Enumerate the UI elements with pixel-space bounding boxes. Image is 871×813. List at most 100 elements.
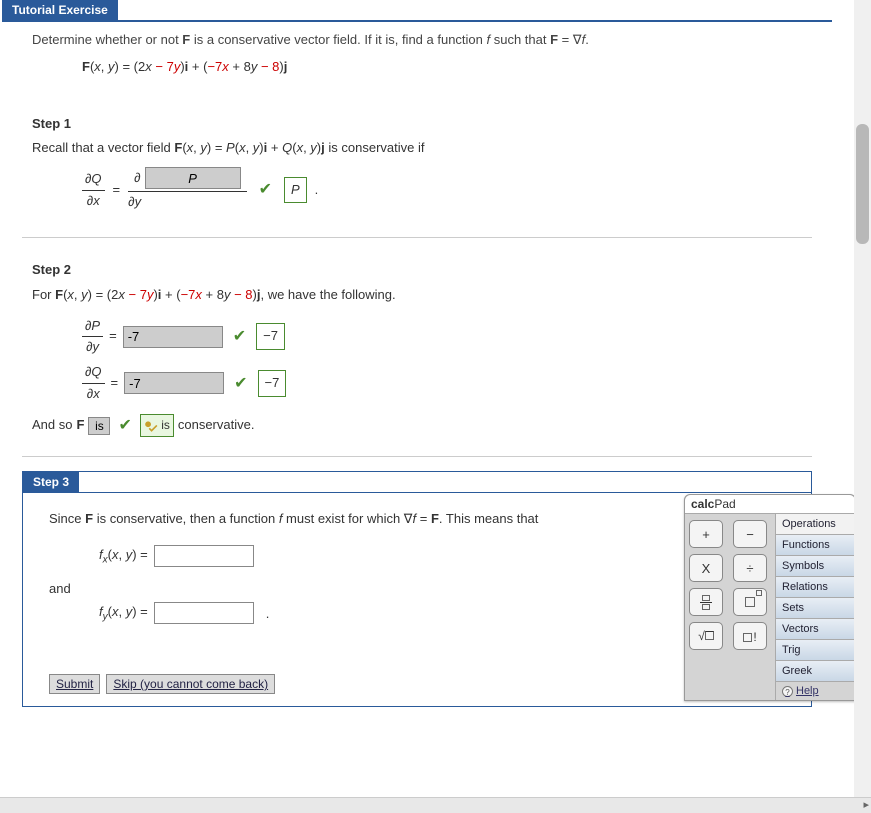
scrollbar-thumb[interactable] [856,124,869,244]
scroll-right-arrow-icon[interactable]: ▸ [863,798,869,811]
fy-input[interactable] [154,602,254,624]
dQdx-den: ∂x [82,191,105,212]
dPdy-input[interactable] [123,326,223,348]
calcpad-cat-vectors[interactable]: Vectors [776,619,855,640]
step1-text-a: Recall that a vector field [32,140,174,155]
fy-row: fy(x, y) = . [49,602,785,624]
s3-e: . This means that [439,511,538,526]
step2-is-input[interactable] [88,417,110,435]
andso-F: F [76,415,84,436]
tutorial-exercise-tab: Tutorial Exercise [2,0,118,20]
step2-pre: For [32,287,55,302]
calcpad-title: calcPad [685,495,855,514]
help-icon: ? [782,686,793,697]
dPdy-answer: −7 [256,323,285,350]
calcpad-cat-sets[interactable]: Sets [776,598,855,619]
step1-equation: ∂Q ∂x = ∂ ∂y ✔ P . [32,167,802,213]
check-icon: ✔ [259,177,272,203]
s3-c: is conservative, then a function f must … [93,511,431,526]
key-icon [144,419,158,433]
s3-b: F [85,511,93,526]
calcpad-fraction-button[interactable] [689,588,723,616]
calcpad-x-button[interactable]: X [689,554,723,582]
calcpad-cat-greek[interactable]: Greek [776,661,855,682]
calcpad-minus-button[interactable]: − [733,520,767,548]
step2-label: Step 2 [32,260,802,281]
fx-lhs: fx(x, y) = [99,547,148,566]
dQdx-den-2: ∂x [82,384,105,405]
calcpad-divide-button[interactable]: ÷ [733,554,767,582]
step3-tab: Step 3 [23,472,79,492]
fy-args: (x, y) = [108,604,148,619]
s3-a: Since [49,511,85,526]
equals: = [111,373,119,394]
fx-args: (x, y) = [108,547,148,562]
dQdx-answer: −7 [258,370,287,397]
problem-body: Determine whether or not F is a conserva… [2,22,832,96]
dPdy-row: ∂P ∂y = ✔ −7 [82,316,802,359]
fx-input[interactable] [154,545,254,567]
step3-text: Since F is conservative, then a function… [49,511,785,527]
problem-statement: Determine whether or not F is a conserva… [32,30,802,51]
calcpad-cat-relations[interactable]: Relations [776,577,855,598]
vertical-scrollbar[interactable] [854,0,871,797]
calcpad-cat-trig[interactable]: Trig [776,640,855,661]
check-icon: ✔ [233,324,246,350]
calcpad-cat-functions[interactable]: Functions [776,535,855,556]
dQdx-row: ∂Q ∂x = ✔ −7 [82,362,802,405]
dPdy-num: ∂P [82,316,103,338]
calcpad-button-grid: + − X ÷ √ ! [685,514,775,700]
skip-button[interactable]: Skip (you cannot come back) [106,674,275,694]
calcpad-sqrt-button[interactable]: √ [689,622,723,650]
andso-text: And so [32,415,72,436]
calcpad-categories: Operations Functions Symbols Relations S… [775,514,855,700]
calcpad-cat-symbols[interactable]: Symbols [776,556,855,577]
dQdx-fraction-2: ∂Q ∂x [82,362,105,405]
calcpad-factorial-button[interactable]: ! [733,622,767,650]
calcpad-power-button[interactable] [733,588,767,616]
key-text-is: is [161,418,170,432]
problem-equation: F(x, y) = (2x − 7y)i + (−7x + 8y − 8)j [32,57,802,78]
step1-text: Recall that a vector field F(x, y) = P(x… [32,138,802,159]
dPdy-den: ∂y [82,337,103,358]
s3-d: F [431,511,439,526]
dQdx-num: ∂Q [82,169,105,191]
check-icon: ✔ [234,371,247,397]
step3-buttons: Submit Skip (you cannot come back) [49,674,785,694]
step1-input-P[interactable] [145,167,241,189]
horizontal-scrollbar[interactable]: ▸ [0,797,871,813]
step2-text: For F(x, y) = (2x − 7y)i + (−7x + 8y − 8… [32,285,802,306]
fy-dot: . [266,606,270,621]
fy-lhs: fy(x, y) = [99,604,148,623]
dot: . [315,180,319,201]
dQdx-input[interactable] [124,372,224,394]
step1-label: Step 1 [32,114,802,135]
fx-row: fx(x, y) = [49,545,785,567]
calcpad-panel: calcPad + − X ÷ √ ! Operations Functions… [684,494,856,701]
step2-post: , we have the following. [260,287,395,302]
hr-1 [22,237,812,238]
check-icon: ✔ [118,413,131,439]
step1-text-c: is conservative if [325,140,425,155]
step1-dy: ∂y [128,192,141,209]
submit-button[interactable]: Submit [49,674,100,694]
dPdy-fraction: ∂P ∂y [82,316,103,359]
step1-block: Step 1 Recall that a vector field F(x, y… [2,96,832,231]
step2-block: Step 2 For F(x, y) = (2x − 7y)i + (−7x +… [2,252,832,450]
and-text: and [49,581,785,596]
partial-symbol: ∂ [134,168,140,189]
hr-2 [22,456,812,457]
calcpad-plus-button[interactable]: + [689,520,723,548]
cons-text: conservative. [178,415,255,436]
equals-sign: = [113,180,121,201]
step1-rhs-fraction: ∂ ∂y [128,167,246,213]
equals: = [109,326,117,347]
calcpad-cat-operations[interactable]: Operations [776,514,855,535]
step2-key-box: is [140,414,174,437]
calcpad-help-link[interactable]: ?Help [776,682,855,700]
step2-conclusion: And so F ✔ is conservative. [32,413,802,439]
section-header-stripe: Tutorial Exercise [2,0,832,22]
dQdx-fraction: ∂Q ∂x [82,169,105,212]
dQdx-num-2: ∂Q [82,362,105,384]
step1-answer-P: P [284,177,307,204]
